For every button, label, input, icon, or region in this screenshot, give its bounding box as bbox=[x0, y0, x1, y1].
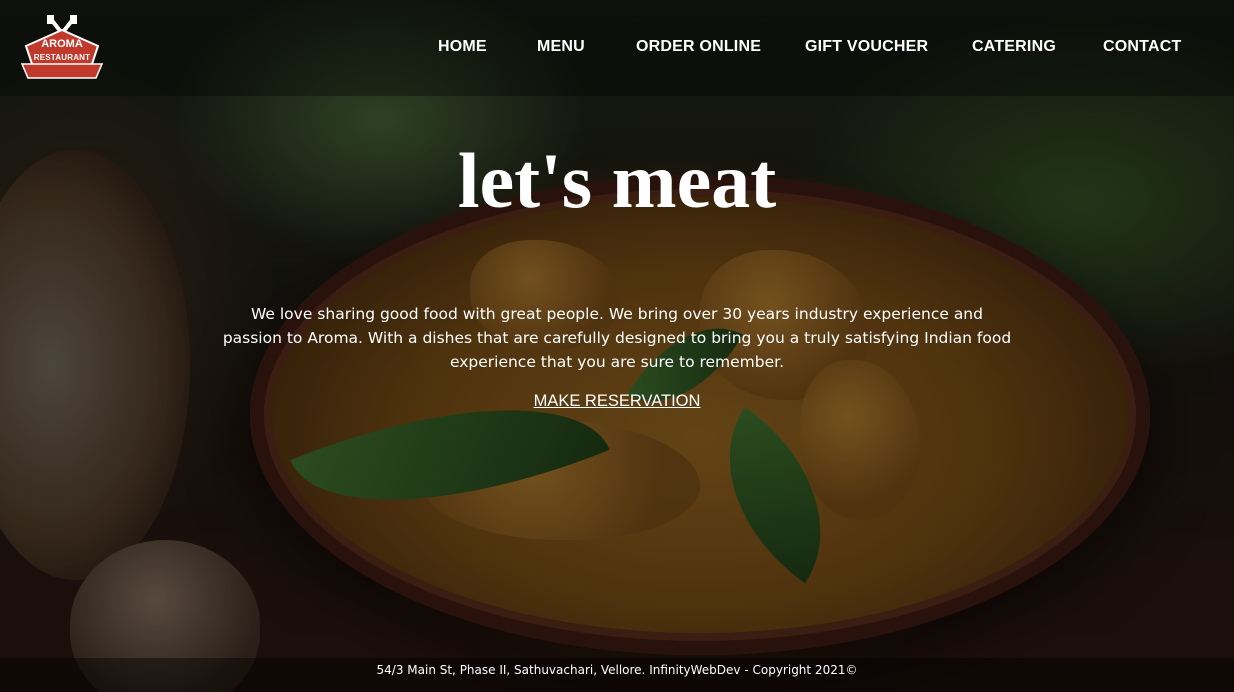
site-header: AROMA RESTAURANT HOME MENU ORDER ONLINE … bbox=[0, 0, 1234, 96]
logo-name: AROMA bbox=[41, 38, 83, 50]
logo-subtitle: RESTAURANT bbox=[33, 53, 91, 62]
nav-contact[interactable]: CONTACT bbox=[1103, 38, 1181, 56]
nav-order-online[interactable]: ORDER ONLINE bbox=[636, 38, 761, 56]
nav-menu[interactable]: MENU bbox=[537, 38, 585, 56]
cta-container: MAKE RESERVATION bbox=[0, 391, 1234, 411]
make-reservation-link[interactable]: MAKE RESERVATION bbox=[534, 392, 701, 410]
hero-description: We love sharing good food with great peo… bbox=[222, 305, 1012, 371]
nav-home[interactable]: HOME bbox=[438, 38, 487, 56]
hero-title: let's meat bbox=[457, 137, 777, 224]
footer-text: 54/3 Main St, Phase II, Sathuvachari, Ve… bbox=[376, 663, 858, 677]
nav-catering[interactable]: CATERING bbox=[972, 38, 1056, 56]
logo[interactable]: AROMA RESTAURANT bbox=[18, 12, 106, 84]
site-footer: 54/3 Main St, Phase II, Sathuvachari, Ve… bbox=[0, 658, 1234, 692]
nav-gift-voucher[interactable]: GIFT VOUCHER bbox=[805, 38, 928, 56]
